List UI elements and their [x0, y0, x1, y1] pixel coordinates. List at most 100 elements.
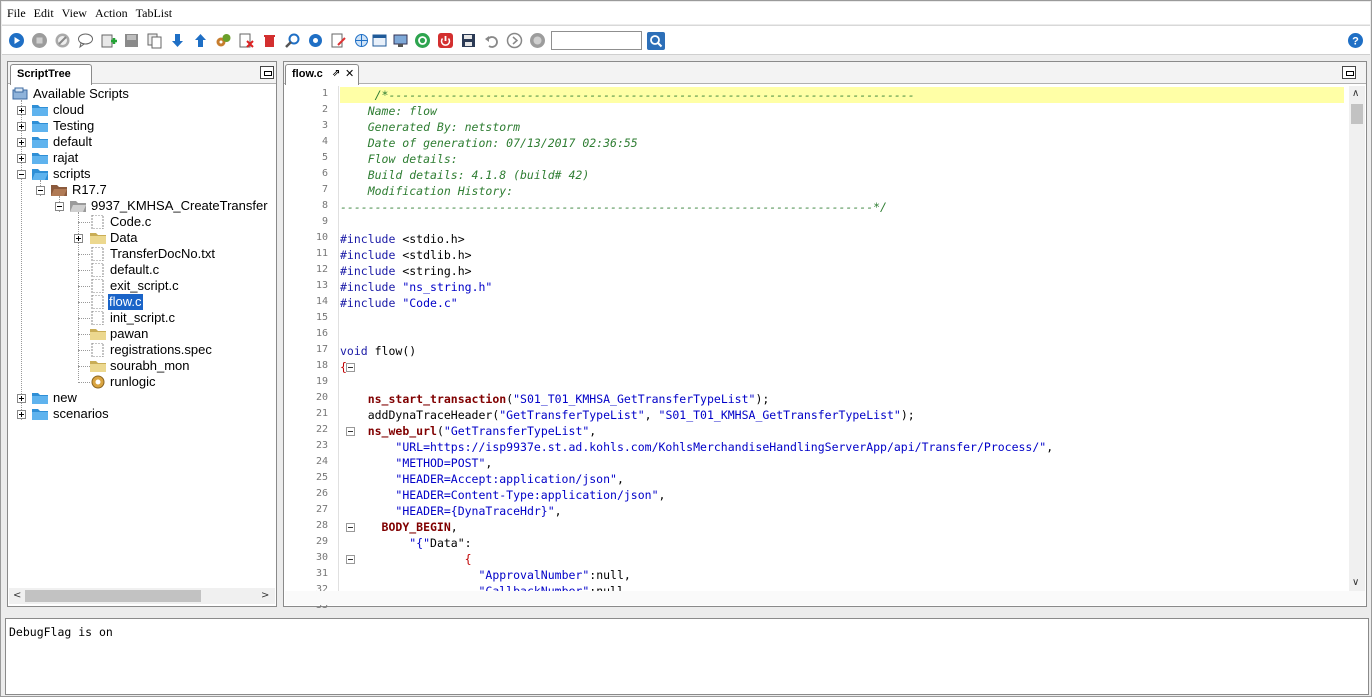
scroll-down-icon[interactable]: ∨: [1352, 577, 1359, 589]
line-number: 8: [321, 200, 328, 211]
move-down-icon[interactable]: [169, 32, 186, 49]
tree-item-cloud[interactable]: cloud: [10, 102, 276, 118]
app-window: File Edit View Action TabList ? ScriptTr…: [0, 0, 1372, 697]
add-page-icon[interactable]: [100, 32, 117, 49]
line-number: 21: [315, 408, 328, 419]
copy-icon[interactable]: [146, 32, 163, 49]
tree-item-scenarios[interactable]: scenarios: [10, 406, 276, 422]
line-number: 24: [315, 456, 328, 467]
stop-icon[interactable]: [31, 32, 48, 49]
line-number: 4: [321, 136, 328, 147]
line-number: 19: [315, 376, 328, 387]
floppy-save-icon[interactable]: [460, 32, 477, 49]
tree-scroll-thumb[interactable]: [25, 590, 201, 602]
save-gray-icon[interactable]: [123, 32, 140, 49]
menu-tablist[interactable]: TabList: [136, 6, 173, 21]
editor-vertical-scrollbar[interactable]: ∧ ∨: [1349, 86, 1365, 591]
tree-root[interactable]: Available Scripts: [10, 86, 276, 102]
collapse-icon[interactable]: [17, 170, 26, 179]
editor-bottom-bar: [285, 591, 1365, 605]
cancel-icon[interactable]: [54, 32, 71, 49]
move-up-icon[interactable]: [192, 32, 209, 49]
help-icon[interactable]: ?: [1347, 32, 1364, 49]
tree-item-scripts[interactable]: scripts: [10, 166, 276, 182]
settings-multi-icon[interactable]: [215, 32, 232, 49]
search-replace-icon[interactable]: [284, 32, 301, 49]
tree-item-data[interactable]: Data: [10, 230, 276, 246]
expand-icon[interactable]: [17, 394, 26, 403]
expand-icon[interactable]: [17, 410, 26, 419]
tree-item-default-c[interactable]: default.c: [10, 262, 276, 278]
window-icon[interactable]: [371, 32, 388, 49]
tree-item-flow-c[interactable]: flow.c: [10, 294, 276, 310]
tree-item-r17-7[interactable]: R17.7: [10, 182, 276, 198]
magnifier-icon[interactable]: [647, 32, 665, 50]
tree-item-pawan[interactable]: pawan: [10, 326, 276, 342]
code-line: "{"Data":: [409, 536, 472, 550]
scroll-left-icon[interactable]: <: [13, 590, 21, 602]
menu-view[interactable]: View: [62, 6, 87, 21]
tree-item-new[interactable]: new: [10, 390, 276, 406]
minimize-editor-button[interactable]: [1342, 66, 1356, 79]
forward-circle-icon[interactable]: [506, 32, 523, 49]
play-icon[interactable]: [8, 32, 25, 49]
collapse-icon[interactable]: [55, 202, 64, 211]
tree-item-testing[interactable]: Testing: [10, 118, 276, 134]
power-red-icon[interactable]: [437, 32, 454, 49]
undo-icon[interactable]: [483, 32, 500, 49]
code-area[interactable]: /*--------------------------------------…: [340, 86, 1344, 591]
comment-icon[interactable]: [77, 32, 94, 49]
tree-horizontal-scrollbar[interactable]: < >: [9, 588, 275, 604]
delete-page-icon[interactable]: [238, 32, 255, 49]
code-line: ----------------------------------------…: [340, 200, 887, 214]
tree-item-rajat[interactable]: rajat: [10, 150, 276, 166]
close-tab-icon[interactable]: ✕: [345, 67, 354, 80]
code-line: "CallbackNumber":null,: [478, 584, 631, 591]
expand-icon[interactable]: [17, 122, 26, 131]
tree-item-label: pawan: [110, 326, 149, 341]
edit-icon[interactable]: [330, 32, 347, 49]
menu-action[interactable]: Action: [95, 6, 128, 21]
script-tree-panel: ScriptTree Available Scripts cloud Testi…: [7, 61, 277, 607]
toolbar-search-input[interactable]: [551, 31, 642, 50]
blue-folder-icon: [31, 151, 49, 165]
tree-item-label: exit_script.c: [110, 278, 179, 293]
tree-item-registrations[interactable]: registrations.spec: [10, 342, 276, 358]
gear-icon[interactable]: [307, 32, 324, 49]
editor-scroll-thumb[interactable]: [1351, 104, 1363, 124]
tree-item-init-script[interactable]: init_script.c: [10, 310, 276, 326]
globe-icon[interactable]: [353, 32, 370, 49]
tab-scripttree[interactable]: ScriptTree: [10, 64, 92, 85]
refresh-green-icon[interactable]: [414, 32, 431, 49]
minimize-tree-button[interactable]: [260, 66, 274, 79]
expand-icon[interactable]: [17, 154, 26, 163]
collapse-icon[interactable]: [36, 186, 45, 195]
tree-item-sourabh-mon[interactable]: sourabh_mon: [10, 358, 276, 374]
expand-icon[interactable]: [17, 106, 26, 115]
tree-item-runlogic[interactable]: runlogic: [10, 374, 276, 390]
pin-icon[interactable]: ⇗: [332, 68, 340, 79]
disabled-circle-icon[interactable]: [529, 32, 546, 49]
tree-item-default[interactable]: default: [10, 134, 276, 150]
expand-icon[interactable]: [74, 234, 83, 243]
menu-edit[interactable]: Edit: [34, 6, 54, 21]
code-line: {: [340, 360, 347, 374]
tab-flow-c[interactable]: flow.c ⇗ ✕: [285, 64, 359, 85]
line-number: 12: [315, 264, 328, 275]
script-tree: Available Scripts cloud Testing default: [10, 86, 276, 566]
tree-item-script-folder[interactable]: 9937_KMHSA_CreateTransfer: [10, 198, 276, 214]
line-number: 11: [315, 248, 328, 259]
trash-icon[interactable]: [261, 32, 278, 49]
tree-item-exit-script[interactable]: exit_script.c: [10, 278, 276, 294]
tree-item-code-c[interactable]: Code.c: [10, 214, 276, 230]
menu-file[interactable]: File: [7, 6, 26, 21]
tab-flow-c-label: flow.c: [292, 68, 323, 80]
blue-folder-icon: [31, 391, 49, 405]
code-line: "HEADER=Accept:application/json",: [395, 472, 624, 486]
scroll-up-icon[interactable]: ∧: [1352, 88, 1359, 100]
tree-item-transferdocno[interactable]: TransferDocNo.txt: [10, 246, 276, 262]
expand-icon[interactable]: [17, 138, 26, 147]
line-number: 7: [321, 184, 328, 195]
monitor-icon[interactable]: [392, 32, 409, 49]
scroll-right-icon[interactable]: >: [261, 590, 269, 602]
